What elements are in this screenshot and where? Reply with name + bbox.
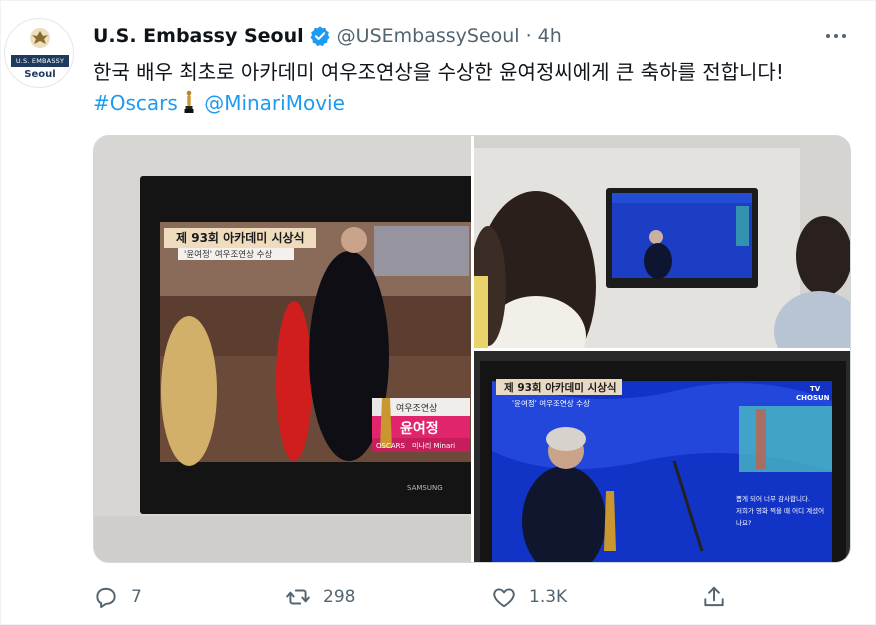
eagle-seal-icon <box>30 28 50 48</box>
retweet-count: 298 <box>323 587 356 607</box>
reply-icon <box>96 587 116 609</box>
p1-tv-brand: SAMSUNG <box>407 484 443 492</box>
separator-dot: · <box>525 25 532 47</box>
mention-link[interactable]: @MinariMovie <box>204 91 345 115</box>
reply-button[interactable]: 7 <box>93 581 142 613</box>
tweet-card[interactable]: U.S. EMBASSY Seoul U.S. Embassy Seoul @U… <box>0 0 876 625</box>
like-count: 1.3K <box>529 587 568 607</box>
reply-count: 7 <box>131 587 142 607</box>
more-icon[interactable] <box>823 25 849 47</box>
verified-badge-icon <box>310 26 330 47</box>
p3-subtitle-line1: 뽑게 되어 너무 감사합니다. <box>736 494 810 503</box>
tweet-header: U.S. Embassy Seoul @USEmbassySeoul · 4h <box>93 23 562 49</box>
hashtag-link[interactable]: #Oscars <box>93 91 178 115</box>
avatar-city: Seoul <box>24 69 56 80</box>
photo-staff-watching-tv[interactable] <box>474 136 850 348</box>
tweet-text: 한국 배우 최초로 아카데미 여우조연상을 수상한 윤여정씨에게 큰 축하를 전… <box>93 57 853 119</box>
p1-winner-name: 윤여정 <box>400 420 439 437</box>
oscar-statuette-icon <box>184 90 194 113</box>
share-icon <box>704 586 724 607</box>
like-icon <box>493 588 515 608</box>
tweet-body: 한국 배우 최초로 아카데미 여우조연상을 수상한 윤여정씨에게 큰 축하를 전… <box>93 60 784 84</box>
avatar[interactable]: U.S. EMBASSY Seoul <box>4 18 74 88</box>
p1-banner-title: 제 93회 아카데미 시상식 <box>176 230 305 245</box>
photo-tv-broadcast-closeup[interactable]: 제 93회 아카데미 시상식 '윤여정' 여우조연상 수상 여우조연상 윤여정 … <box>94 136 471 562</box>
timestamp[interactable]: 4h <box>538 25 562 47</box>
p1-award-brand: OSCARS <box>376 442 405 450</box>
p3-subtitle-line3: 나요? <box>736 518 751 527</box>
retweet-icon <box>286 589 310 605</box>
media-grid: 제 93회 아카데미 시상식 '윤여정' 여우조연상 수상 여우조연상 윤여정 … <box>93 135 851 563</box>
handle[interactable]: @USEmbassySeoul <box>337 25 520 47</box>
p3-banner-subtitle: '윤여정' 여우조연상 수상 <box>512 398 590 408</box>
avatar-banner: U.S. EMBASSY <box>11 55 69 67</box>
p1-banner-subtitle: '윤여정' 여우조연상 수상 <box>184 249 272 260</box>
photo-acceptance-speech-tv[interactable]: 제 93회 아카데미 시상식 '윤여정' 여우조연상 수상 TV CHOSUN … <box>474 351 850 562</box>
display-name[interactable]: U.S. Embassy Seoul <box>93 25 304 47</box>
p1-award-label: 여우조연상 <box>396 402 437 414</box>
p3-channel-name: CHOSUN <box>796 394 830 402</box>
like-button[interactable]: 1.3K <box>491 581 567 613</box>
p3-subtitle-line2: 저희가 영화 찍을 때 어디 계셨어 <box>736 506 824 515</box>
p3-channel-top: TV <box>810 385 821 393</box>
p1-film-label: 미나리 Minari <box>412 441 455 450</box>
tweet-actions: 7 298 1.3K <box>93 581 743 613</box>
retweet-button[interactable]: 298 <box>285 581 355 613</box>
p3-banner-title: 제 93회 아카데미 시상식 <box>504 381 617 394</box>
share-button[interactable] <box>701 581 739 613</box>
